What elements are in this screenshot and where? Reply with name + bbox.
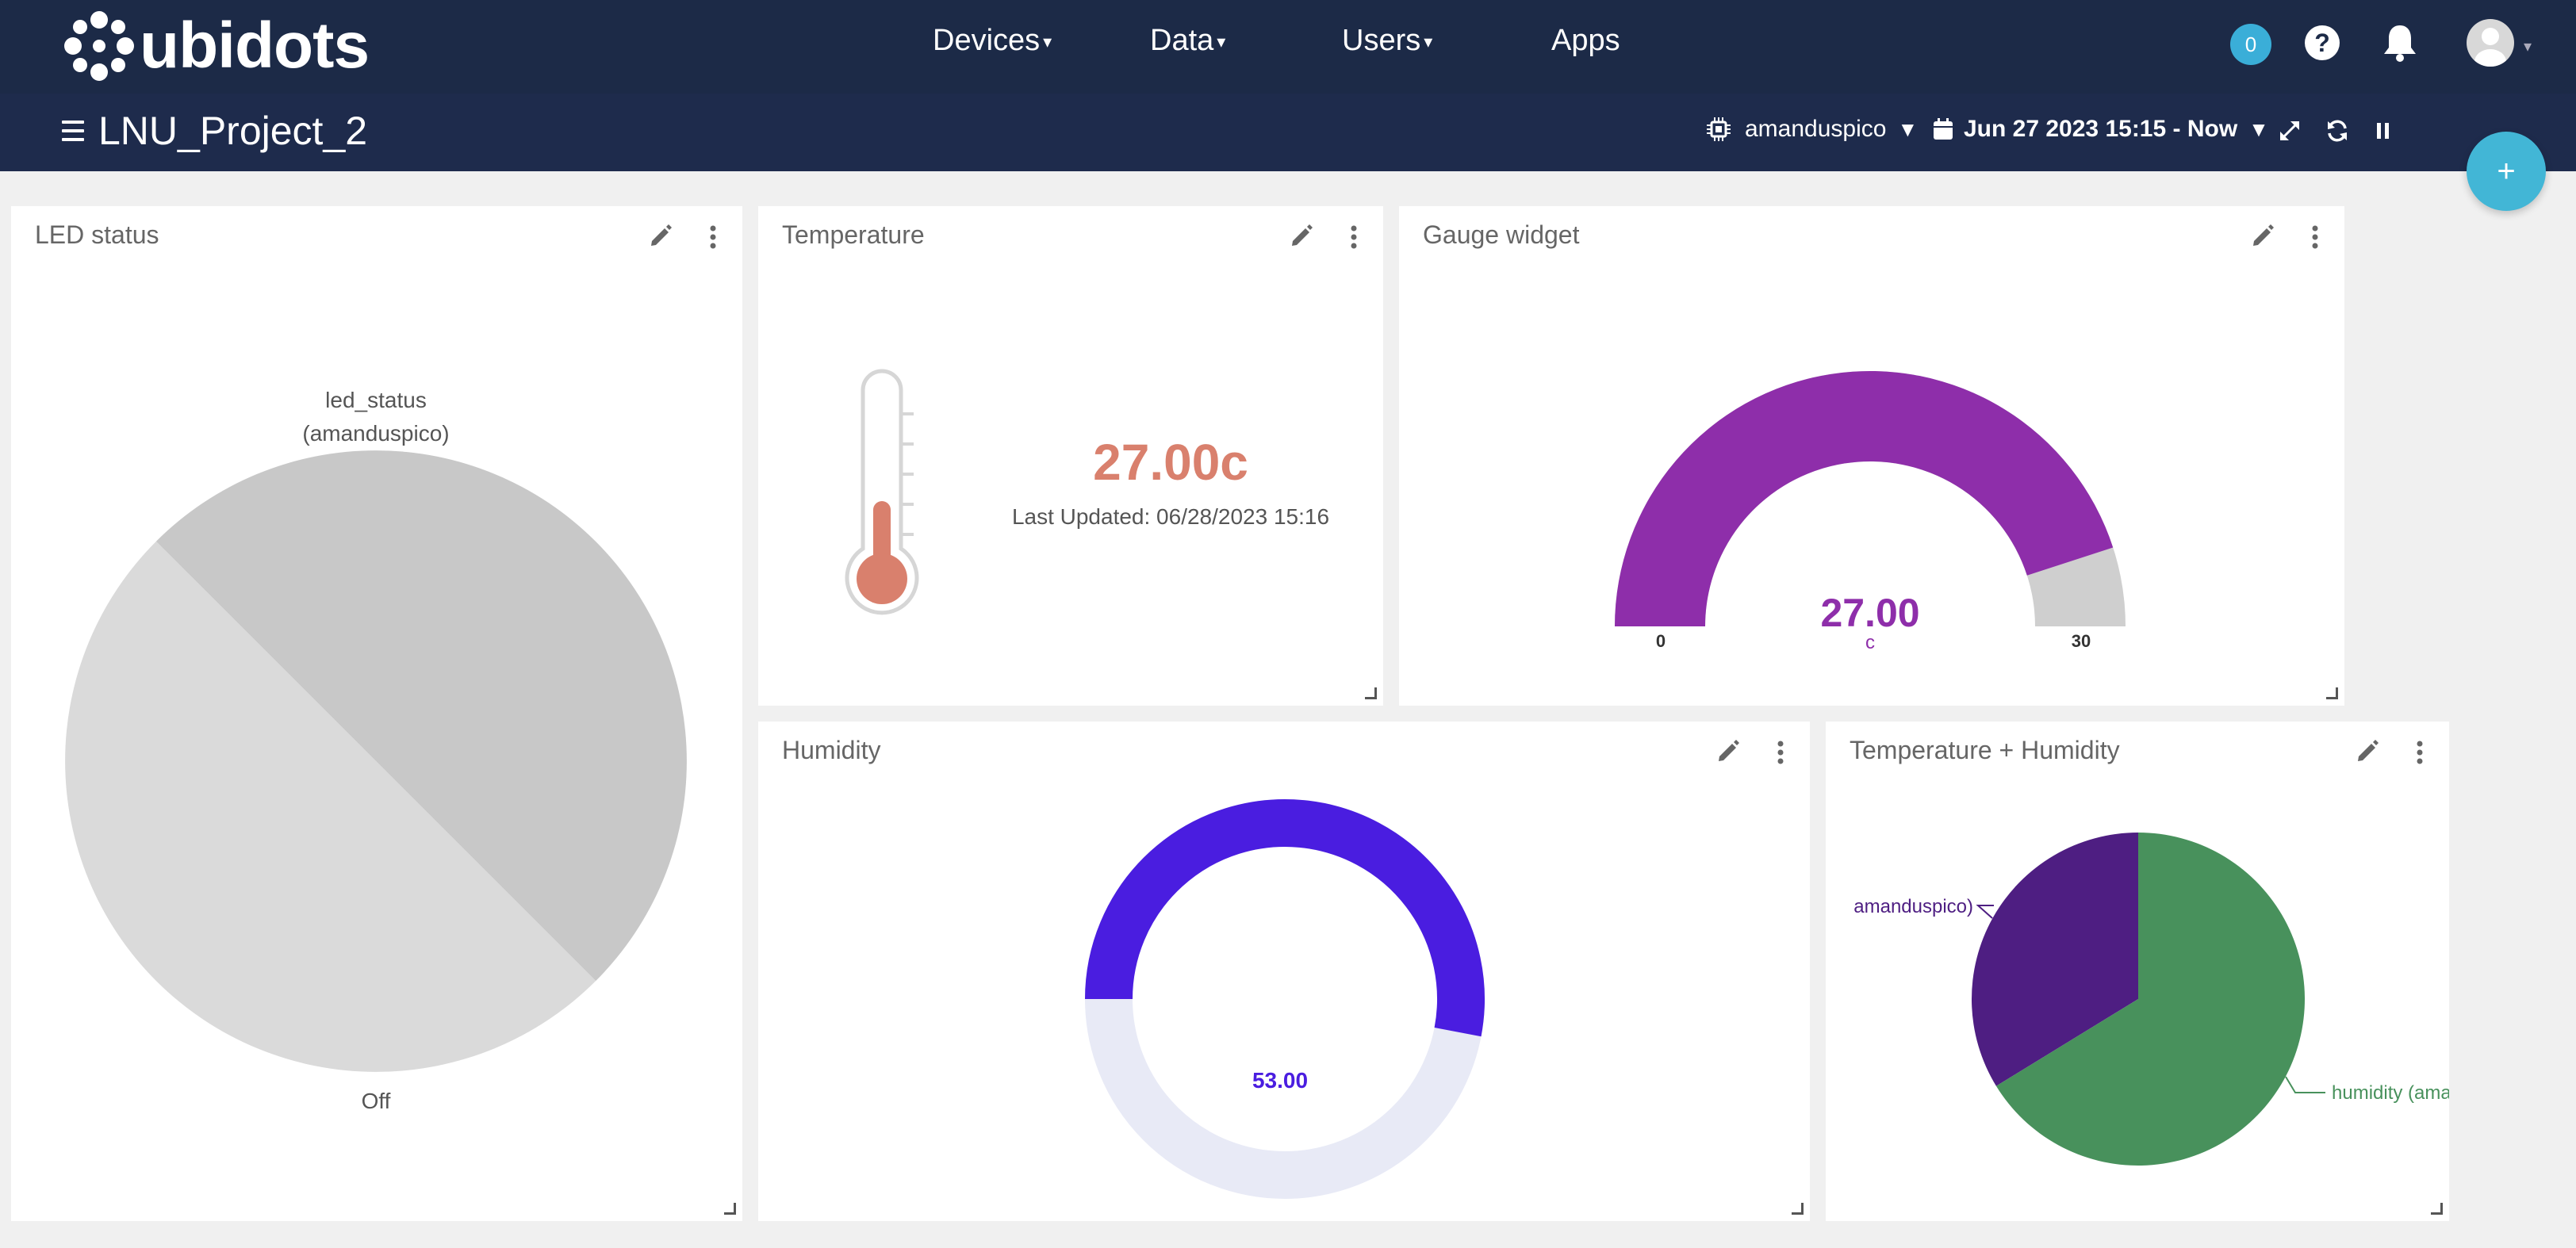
- led-pie-chart: led_status (amanduspico) Off: [65, 388, 687, 1113]
- ubidots-logo[interactable]: ubidots: [63, 8, 370, 84]
- temperature-value: 27.00c: [1093, 434, 1248, 491]
- chip-icon: [1707, 117, 1731, 141]
- brand-name: ubidots: [140, 10, 370, 82]
- widget-humidity: Humidity 53.00: [758, 722, 1810, 1221]
- pencil-icon[interactable]: [1288, 222, 1315, 249]
- nav-apps[interactable]: Apps: [1551, 24, 1620, 58]
- resize-handle[interactable]: [724, 1203, 736, 1215]
- pie-label-humidity: humidity (ama: [2332, 1082, 2449, 1104]
- humidity-donut-chart: 53.00: [1085, 799, 1485, 1199]
- thermometer-icon: [845, 369, 919, 615]
- dashboard-title: LNU_Project_2: [98, 109, 368, 153]
- widget-title: Temperature: [782, 220, 925, 249]
- nav-users[interactable]: Users ▾: [1342, 24, 1432, 58]
- widget-temperature: Temperature 27.00c Last Updated: 06/28/2…: [758, 206, 1383, 706]
- last-updated-text: Last Updated: 06/28/2023 15:16: [1011, 504, 1330, 529]
- top-navbar: [0, 0, 2576, 94]
- device-selector[interactable]: amanduspico ▼: [1705, 116, 1918, 143]
- user-avatar[interactable]: [2467, 19, 2514, 67]
- widget-led-status: LED status led_status (amanduspico) Off: [11, 206, 742, 1221]
- widget-gauge: Gauge widget 27.00 c 0 30: [1399, 206, 2344, 706]
- logo-dots-icon: [64, 11, 134, 81]
- gauge-value: 27.00: [1820, 591, 1919, 635]
- hamburger-menu-icon[interactable]: [62, 121, 84, 141]
- temp-humidity-pie-chart: amanduspico) humidity (ama: [1853, 833, 2449, 1166]
- calendar-icon: [1934, 118, 1953, 140]
- gauge-min-label: 0: [1656, 631, 1666, 651]
- resize-handle[interactable]: [2326, 687, 2338, 699]
- more-vertical-icon[interactable]: [1350, 224, 1358, 251]
- date-range-selector[interactable]: Jun 27 2023 15:15 - Now ▼: [1932, 116, 2269, 143]
- add-widget-button[interactable]: +: [2467, 132, 2546, 211]
- nav-devices-label: Devices: [933, 24, 1041, 57]
- notification-count-badge[interactable]: 0: [2230, 24, 2271, 65]
- bell-icon[interactable]: [2381, 22, 2419, 63]
- pie-label-temperature: amanduspico): [1853, 896, 1973, 917]
- resize-handle[interactable]: [1792, 1203, 1804, 1215]
- fullscreen-icon[interactable]: [2278, 119, 2302, 143]
- caret-down-icon: ▼: [2248, 117, 2269, 141]
- nav-data-label: Data: [1150, 24, 1214, 57]
- nav-apps-label: Apps: [1551, 24, 1620, 57]
- pie-label-off: Off: [362, 1089, 391, 1113]
- nav-devices[interactable]: Devices ▾: [933, 24, 1052, 58]
- resize-handle[interactable]: [1365, 687, 1377, 699]
- caret-down-icon: ▾: [1424, 31, 1433, 52]
- user-silhouette-icon: [2474, 28, 2506, 67]
- caret-down-icon: ▼: [1897, 117, 1919, 141]
- date-range-text: Jun 27 2023 15:15 - Now: [1964, 116, 2238, 142]
- pie-label-led-status: led_status: [325, 388, 427, 412]
- nav-users-label: Users: [1342, 24, 1421, 57]
- refresh-icon[interactable]: [2325, 119, 2349, 143]
- pause-icon[interactable]: [2371, 119, 2395, 143]
- resize-handle[interactable]: [2431, 1203, 2443, 1215]
- humidity-value: 53.00: [1252, 1068, 1308, 1093]
- pie-label-device: (amanduspico): [302, 421, 449, 446]
- gauge-unit: c: [1865, 632, 1875, 653]
- humidity-fill: [1085, 799, 1485, 1037]
- widget-temp-humidity: Temperature + Humidity amanduspico) humi…: [1826, 722, 2449, 1221]
- caret-down-icon: ▾: [1043, 31, 1052, 52]
- help-icon[interactable]: ?: [2305, 25, 2340, 60]
- device-name: amanduspico: [1745, 116, 1887, 142]
- avatar-caret-icon[interactable]: ▾: [2524, 36, 2532, 56]
- caret-down-icon: ▾: [1217, 31, 1226, 52]
- gauge-max-label: 30: [2072, 631, 2091, 651]
- nav-data[interactable]: Data ▾: [1150, 24, 1225, 58]
- gauge-chart: 27.00 c 0 30: [1615, 370, 2126, 653]
